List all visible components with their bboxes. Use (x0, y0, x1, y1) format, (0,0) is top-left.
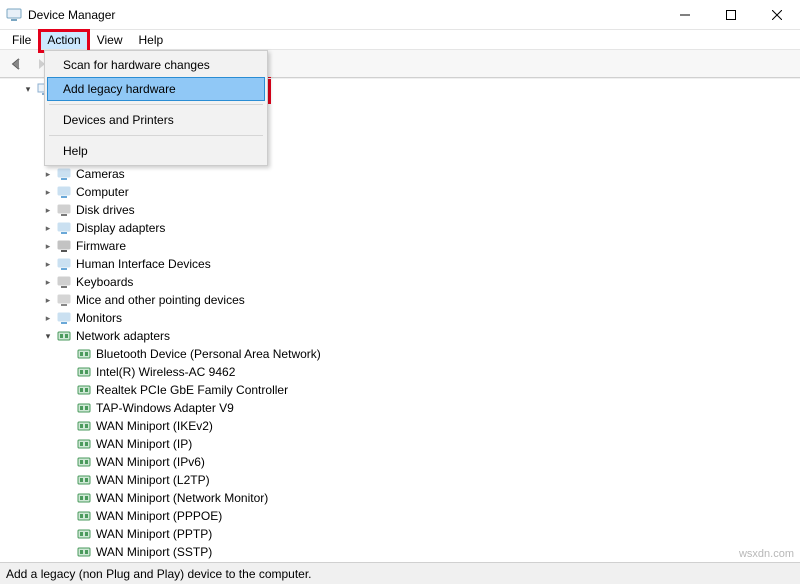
dd-scan-hardware[interactable]: Scan for hardware changes (47, 53, 265, 77)
chevron-right-icon[interactable]: ▸ (42, 186, 54, 198)
network-adapter-icon (76, 526, 92, 542)
chevron-right-icon[interactable]: ▸ (42, 204, 54, 216)
tree-category[interactable]: ▸ Keyboards (0, 273, 800, 291)
menu-view[interactable]: View (89, 30, 131, 49)
tree-device[interactable]: ▸WAN Miniport (IKEv2) (0, 417, 800, 435)
category-label: Network adapters (76, 329, 170, 343)
menu-action[interactable]: Action (39, 30, 88, 49)
device-label: WAN Miniport (IP) (96, 437, 192, 451)
tree-device[interactable]: ▸WAN Miniport (Network Monitor) (0, 489, 800, 507)
category-label: Cameras (76, 167, 125, 181)
device-label: WAN Miniport (IKEv2) (96, 419, 213, 433)
tree-category[interactable]: ▸ Human Interface Devices (0, 255, 800, 273)
tree-category[interactable]: ▸ Display adapters (0, 219, 800, 237)
network-adapter-icon (76, 508, 92, 524)
network-adapter-icon (76, 418, 92, 434)
category-label: Computer (76, 185, 129, 199)
title-bar: Device Manager (0, 0, 800, 30)
network-adapter-icon (76, 400, 92, 416)
minimize-button[interactable] (662, 0, 708, 30)
status-text: Add a legacy (non Plug and Play) device … (6, 567, 312, 581)
tree-device[interactable]: ▸WAN Miniport (PPTP) (0, 525, 800, 543)
tree-device[interactable]: ▸WAN Miniport (SSTP) (0, 543, 800, 561)
device-icon (56, 166, 72, 182)
tree-device[interactable]: ▸TAP-Windows Adapter V9 (0, 399, 800, 417)
dd-devices-printers[interactable]: Devices and Printers (47, 108, 265, 132)
tree-category[interactable]: ▸ Firmware (0, 237, 800, 255)
network-adapter-icon (76, 364, 92, 380)
device-icon (56, 184, 72, 200)
close-button[interactable] (754, 0, 800, 30)
tree-device[interactable]: ▸WAN Miniport (PPPOE) (0, 507, 800, 525)
network-adapter-icon (76, 472, 92, 488)
category-label: Mice and other pointing devices (76, 293, 245, 307)
watermark: wsxdn.com (739, 548, 794, 560)
tree-device[interactable]: ▸Realtek PCIe GbE Family Controller (0, 381, 800, 399)
chevron-right-icon[interactable]: ▸ (42, 276, 54, 288)
category-label: Keyboards (76, 275, 133, 289)
device-icon (56, 238, 72, 254)
menu-help[interactable]: Help (131, 30, 172, 49)
category-label: Display adapters (76, 221, 165, 235)
chevron-down-icon[interactable]: ▾ (42, 330, 54, 342)
network-icon (56, 328, 72, 344)
action-dropdown: Scan for hardware changes Add legacy har… (44, 50, 268, 166)
tree-device[interactable]: ▸WAN Miniport (IPv6) (0, 453, 800, 471)
device-icon (56, 292, 72, 308)
tree-device[interactable]: ▸WAN Miniport (L2TP) (0, 471, 800, 489)
chevron-right-icon[interactable]: ▸ (42, 312, 54, 324)
tree-category[interactable]: ▸ Cameras (0, 165, 800, 183)
menu-bar: File Action View Help (0, 30, 800, 50)
tree-category[interactable]: ▸ Computer (0, 183, 800, 201)
chevron-right-icon[interactable]: ▸ (42, 222, 54, 234)
network-adapter-icon (76, 436, 92, 452)
network-adapter-icon (76, 490, 92, 506)
device-label: WAN Miniport (PPPOE) (96, 509, 222, 523)
tree-category[interactable]: ▸ Monitors (0, 309, 800, 327)
tree-device[interactable]: ▸Intel(R) Wireless-AC 9462 (0, 363, 800, 381)
network-adapter-icon (76, 544, 92, 560)
network-adapter-icon (76, 346, 92, 362)
category-label: Firmware (76, 239, 126, 253)
device-icon (56, 310, 72, 326)
chevron-right-icon[interactable]: ▸ (42, 294, 54, 306)
tree-device[interactable]: ▸WAN Miniport (IP) (0, 435, 800, 453)
tree-device[interactable]: ▸Bluetooth Device (Personal Area Network… (0, 345, 800, 363)
device-label: WAN Miniport (PPTP) (96, 527, 212, 541)
device-icon (56, 220, 72, 236)
status-bar: Add a legacy (non Plug and Play) device … (0, 562, 800, 584)
window-title: Device Manager (28, 8, 115, 22)
network-adapter-icon (76, 382, 92, 398)
dd-help[interactable]: Help (47, 139, 265, 163)
category-label: Monitors (76, 311, 122, 325)
device-label: WAN Miniport (SSTP) (96, 545, 212, 559)
app-icon (6, 7, 22, 23)
category-label: Disk drives (76, 203, 135, 217)
tree-category[interactable]: ▸ Mice and other pointing devices (0, 291, 800, 309)
device-label: Bluetooth Device (Personal Area Network) (96, 347, 321, 361)
dd-separator (49, 104, 263, 105)
chevron-right-icon[interactable]: ▸ (42, 258, 54, 270)
device-label: WAN Miniport (IPv6) (96, 455, 205, 469)
device-label: Realtek PCIe GbE Family Controller (96, 383, 288, 397)
device-label: WAN Miniport (L2TP) (96, 473, 210, 487)
dd-add-legacy[interactable]: Add legacy hardware (47, 77, 265, 101)
device-icon (56, 202, 72, 218)
category-label: Human Interface Devices (76, 257, 211, 271)
device-label: TAP-Windows Adapter V9 (96, 401, 234, 415)
maximize-button[interactable] (708, 0, 754, 30)
tree-category[interactable]: ▸ Disk drives (0, 201, 800, 219)
chevron-right-icon[interactable]: ▸ (42, 168, 54, 180)
network-adapter-icon (76, 454, 92, 470)
chevron-right-icon[interactable]: ▸ (42, 240, 54, 252)
device-label: Intel(R) Wireless-AC 9462 (96, 365, 235, 379)
chevron-down-icon[interactable]: ▾ (22, 83, 34, 95)
device-label: WAN Miniport (Network Monitor) (96, 491, 268, 505)
menu-file[interactable]: File (4, 30, 39, 49)
device-icon (56, 274, 72, 290)
back-button[interactable] (6, 53, 28, 75)
tree-category-network[interactable]: ▾ Network adapters (0, 327, 800, 345)
device-icon (56, 256, 72, 272)
dd-separator (49, 135, 263, 136)
